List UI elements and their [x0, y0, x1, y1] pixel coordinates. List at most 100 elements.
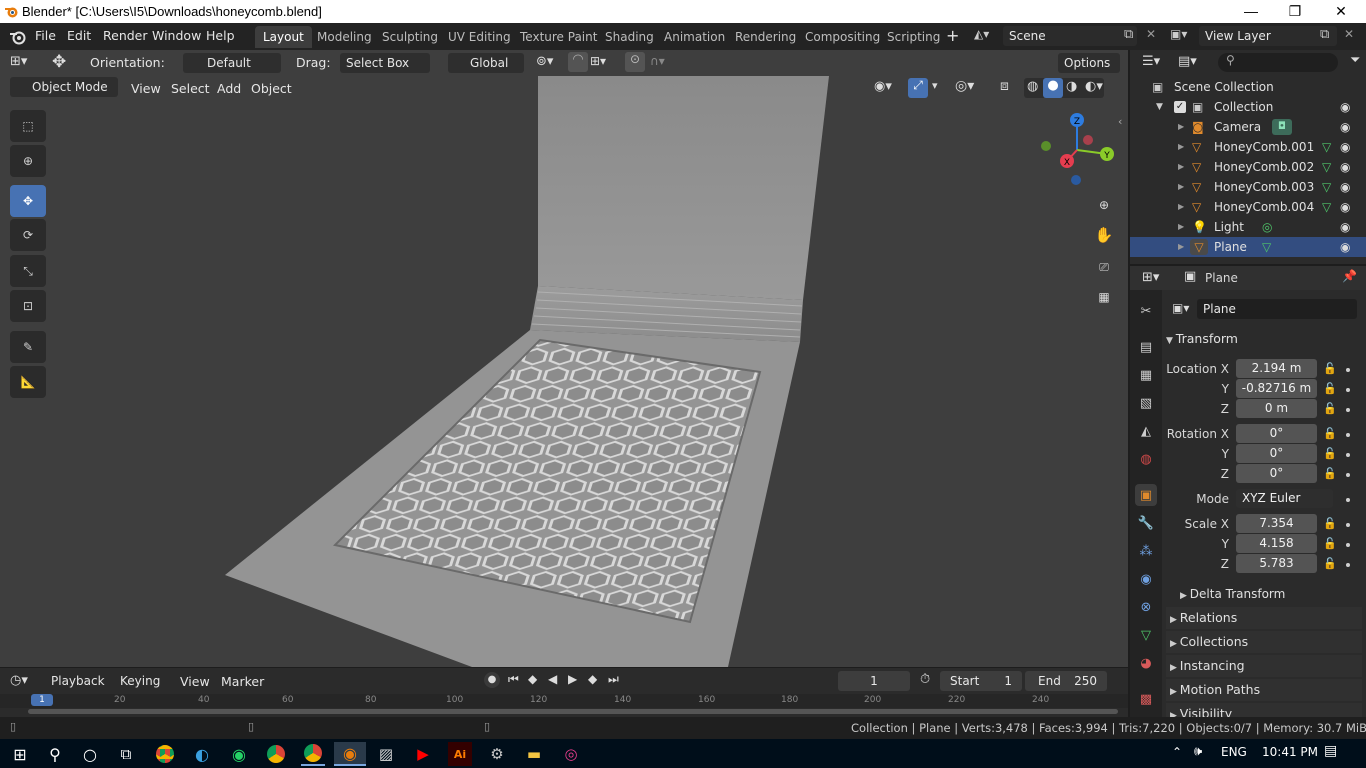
modifier-tab-icon[interactable]: 🔧 — [1135, 512, 1157, 534]
tab-sculpting[interactable]: Sculpting — [374, 26, 446, 48]
ortho-grid-icon[interactable]: ▦ — [1092, 285, 1116, 309]
measure-tool[interactable]: 📐 — [10, 366, 46, 398]
whatsapp-icon[interactable]: ◉ — [227, 742, 251, 766]
timeline-menu-keying[interactable]: Keying — [114, 671, 172, 691]
timeline-editor-type-icon[interactable]: ◷▾ — [10, 673, 28, 688]
output-tab-icon[interactable]: ▦ — [1135, 364, 1157, 386]
scale-z-field[interactable]: 5.783 — [1236, 554, 1317, 573]
chrome-icon[interactable] — [153, 742, 177, 766]
camera-view-icon[interactable]: ⎚ — [1092, 255, 1116, 279]
snap-target-icon[interactable]: ⊞▾ — [590, 54, 606, 68]
menu-render[interactable]: Render — [103, 28, 148, 43]
tool-tab-icon[interactable]: ✂ — [1135, 300, 1157, 322]
cortana-icon[interactable]: ○ — [78, 742, 102, 766]
outliner-object-camera[interactable]: ▶ ◙ Camera ◘ ◉ — [1130, 117, 1366, 137]
photos-icon[interactable]: ▨ — [374, 742, 398, 766]
add-workspace-button[interactable]: + — [946, 26, 959, 45]
mesh-data-icon[interactable]: ▽ — [1262, 237, 1271, 257]
maximize-button[interactable]: ❐ — [1272, 0, 1318, 23]
lock-icon[interactable]: 🔓 — [1323, 557, 1337, 570]
tab-uv-editing[interactable]: UV Editing — [440, 26, 519, 48]
lock-icon[interactable]: 🔓 — [1323, 427, 1337, 440]
rendered-shading-icon[interactable]: ◐▾ — [1085, 79, 1103, 94]
move-tool[interactable]: ✥ — [10, 185, 46, 217]
expand-arrow-icon[interactable]: ▼ — [1156, 97, 1163, 117]
notifications-icon[interactable]: ▤ — [1324, 743, 1337, 759]
constraints-tab-icon[interactable]: ⊗ — [1135, 596, 1157, 618]
minimize-button[interactable]: — — [1228, 0, 1274, 23]
viewport-menu-add[interactable]: Add — [217, 81, 241, 96]
tab-scripting[interactable]: Scripting — [879, 26, 948, 48]
prev-keyframe-icon[interactable]: ◆ — [528, 672, 537, 686]
search-icon[interactable]: ⚲ — [43, 742, 67, 766]
frame-ruler[interactable]: 1 20 40 60 80 100 120 140 160 180 200 22… — [0, 694, 1128, 708]
chrome-icon[interactable] — [264, 742, 288, 766]
collections-panel-header[interactable]: ▶ Collections — [1166, 631, 1362, 653]
illustrator-icon[interactable]: Ai — [448, 742, 472, 766]
keyframe-dot[interactable] — [1346, 498, 1350, 502]
expand-arrow-icon[interactable]: ▶ — [1178, 197, 1184, 217]
scene-field[interactable]: Scene — [1003, 26, 1137, 46]
object-type-icon[interactable]: ▣▾ — [1172, 301, 1189, 315]
texture-tab-icon[interactable]: ▩ — [1135, 688, 1157, 710]
mesh-data-icon[interactable]: ▽ — [1322, 157, 1331, 177]
mesh-data-icon[interactable]: ▽ — [1322, 137, 1331, 157]
outliner-scene-collection[interactable]: ▣ Scene Collection — [1130, 77, 1366, 97]
expand-arrow-icon[interactable]: ▶ — [1178, 117, 1184, 137]
transform-tool[interactable]: ⊡ — [10, 290, 46, 322]
rotation-z-field[interactable]: 0° — [1236, 464, 1317, 483]
eye-icon[interactable]: ◉ — [1340, 117, 1350, 137]
keyframe-dot[interactable] — [1346, 523, 1350, 527]
overlays-icon[interactable]: ◎▾ — [955, 78, 974, 94]
material-shading-icon[interactable]: ◑ — [1066, 79, 1077, 94]
scale-y-field[interactable]: 4.158 — [1236, 534, 1317, 553]
tab-texture-paint[interactable]: Texture Paint — [512, 26, 605, 48]
rotation-x-field[interactable]: 0° — [1236, 424, 1317, 443]
outliner-object-plane[interactable]: ▶ ▽ Plane ▽ ◉ — [1130, 237, 1366, 257]
pivot-icon[interactable]: ⊚▾ — [536, 54, 553, 69]
visibility-icon[interactable]: ◉▾ — [874, 79, 892, 94]
scale-x-field[interactable]: 7.354 — [1236, 514, 1317, 533]
mesh-data-icon[interactable]: ▽ — [1322, 177, 1331, 197]
remove-view-layer-icon[interactable]: ✕ — [1344, 27, 1354, 41]
stopwatch-icon[interactable]: ⏱ — [920, 672, 930, 687]
keyframe-dot[interactable] — [1346, 453, 1350, 457]
relations-panel-header[interactable]: ▶ Relations — [1166, 607, 1362, 629]
volume-icon[interactable]: 🕪 — [1194, 744, 1202, 759]
eye-icon[interactable]: ◉ — [1340, 217, 1350, 237]
rotation-mode-dropdown[interactable]: XYZ Euler — [1236, 489, 1333, 508]
lock-icon[interactable]: 🔓 — [1323, 382, 1337, 395]
camera-data-icon[interactable]: ◘ — [1272, 119, 1292, 135]
move-tool-icon[interactable]: ✥ — [52, 52, 66, 72]
object-tab-icon[interactable]: ▣ — [1135, 484, 1157, 506]
data-tab-icon[interactable]: ▽ — [1135, 624, 1157, 646]
outliner-object-honeycomb-002[interactable]: ▶ ▽ HoneyComb.002 ▽ ◉ — [1130, 157, 1366, 177]
input-language[interactable]: ENG — [1221, 745, 1247, 759]
outliner-search-input[interactable]: ⚲ — [1218, 53, 1338, 72]
location-z-field[interactable]: 0 m — [1236, 399, 1317, 418]
next-keyframe-icon[interactable]: ◆ — [588, 672, 597, 686]
timeline-menu-marker[interactable]: Marker — [221, 674, 264, 689]
xray-icon[interactable]: ⧈ — [1000, 78, 1009, 94]
motion-paths-panel-header[interactable]: ▶ Motion Paths — [1166, 679, 1362, 701]
proportional-edit-icon[interactable]: ⊙ — [625, 52, 645, 72]
outliner-object-honeycomb-001[interactable]: ▶ ▽ HoneyComb.001 ▽ ◉ — [1130, 137, 1366, 157]
checkbox-icon[interactable]: ✓ — [1174, 101, 1186, 113]
keyframe-dot[interactable] — [1346, 473, 1350, 477]
solid-shading-icon[interactable]: ● — [1043, 78, 1063, 98]
outliner[interactable]: ☰▾ ▤▾ ⚲ ⏷ ▣ Scene Collection ▼ ✓ ▣ Colle… — [1130, 50, 1366, 264]
eye-icon[interactable]: ◉ — [1340, 157, 1350, 177]
mode-dropdown[interactable]: Object Mode — [10, 77, 118, 97]
location-y-field[interactable]: -0.82716 m — [1236, 379, 1317, 398]
task-view-icon[interactable]: ⧉ — [114, 742, 138, 766]
location-x-field[interactable]: 2.194 m — [1236, 359, 1317, 378]
lock-icon[interactable]: 🔓 — [1323, 362, 1337, 375]
transform-panel-header[interactable]: ▼ Transform — [1166, 328, 1362, 350]
zoom-icon[interactable]: ⊕ — [1092, 193, 1116, 217]
new-view-layer-icon[interactable]: ⧉ — [1320, 27, 1329, 42]
menu-help[interactable]: Help — [206, 28, 235, 43]
clock[interactable]: 10:41 PM — [1262, 745, 1318, 759]
world-tab-icon[interactable]: ◍ — [1135, 448, 1157, 470]
lock-icon[interactable]: 🔓 — [1323, 447, 1337, 460]
timeline-editor[interactable]: ◷▾ Playback Keying View Marker ● ⏮ ◆ ◀ ▶… — [0, 668, 1128, 717]
